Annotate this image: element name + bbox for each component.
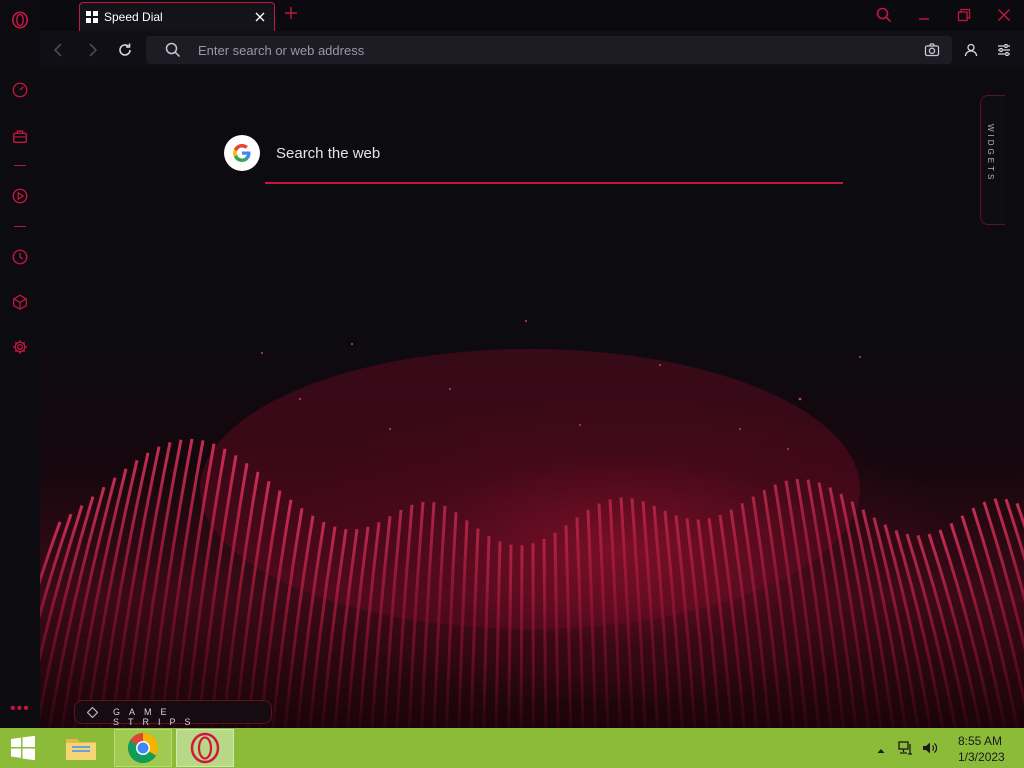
game-strips-label: GAME STRIPS [113, 707, 200, 727]
network-icon[interactable] [897, 740, 915, 756]
taskbar-clock-time[interactable]: 8:55 AM [958, 734, 1002, 748]
volume-speaker-icon[interactable] [921, 740, 939, 756]
sidebar: ••• [0, 0, 40, 728]
speed-dial-grid-icon [86, 11, 98, 23]
account-user-icon[interactable] [963, 42, 979, 58]
player-icon[interactable] [10, 186, 30, 206]
speed-dial-gauge-icon[interactable] [10, 80, 30, 100]
opera-gx-taskbar-icon[interactable] [176, 729, 234, 767]
taskbar-clock-date[interactable]: 1/3/2023 [958, 750, 1005, 764]
new-tab-plus-icon[interactable] [283, 5, 299, 21]
widgets-panel-toggle[interactable]: WIDGETS [980, 95, 1005, 225]
snapshot-camera-icon[interactable] [924, 42, 940, 58]
close-window-icon[interactable] [994, 6, 1014, 24]
search-web-input[interactable]: Search the web [276, 145, 380, 162]
search-underline [265, 182, 843, 184]
address-bar[interactable]: Enter search or web address [146, 36, 952, 64]
game-strips-button[interactable]: GAME STRIPS [74, 700, 272, 727]
search-tabs-icon[interactable] [874, 6, 894, 24]
speed-dial-page [40, 69, 1024, 728]
show-hidden-icons-chevron-icon[interactable] [876, 743, 886, 753]
windows-start-icon[interactable] [8, 734, 38, 762]
tab-speed-dial[interactable]: Speed Dial [79, 2, 275, 31]
easy-setup-sliders-icon[interactable] [996, 42, 1012, 58]
file-explorer-taskbar-icon[interactable] [52, 729, 110, 767]
opera-logo-icon[interactable] [10, 10, 30, 30]
workspace-briefcase-icon[interactable] [10, 126, 30, 146]
history-clock-icon[interactable] [10, 247, 30, 267]
sidebar-divider [14, 165, 26, 166]
close-tab-icon[interactable] [254, 11, 266, 23]
restore-window-icon[interactable] [954, 6, 974, 24]
widgets-label: WIDGETS [986, 124, 995, 183]
minimize-window-icon[interactable] [914, 6, 934, 24]
sidebar-divider [14, 226, 26, 227]
google-logo-icon[interactable] [224, 135, 260, 171]
game-strips-diamond-icon [87, 707, 98, 718]
tab-title: Speed Dial [104, 10, 163, 24]
sidebar-more-dots-icon[interactable]: ••• [10, 700, 30, 718]
address-input[interactable]: Enter search or web address [198, 43, 364, 58]
back-arrow-icon[interactable] [50, 41, 68, 59]
settings-gear-icon[interactable] [10, 337, 30, 357]
extensions-cube-icon[interactable] [10, 292, 30, 312]
wallpaper-glow [300, 399, 940, 699]
forward-arrow-icon[interactable] [83, 41, 101, 59]
search-icon [165, 42, 181, 58]
chrome-taskbar-icon[interactable] [114, 729, 172, 767]
reload-icon[interactable] [116, 41, 134, 59]
